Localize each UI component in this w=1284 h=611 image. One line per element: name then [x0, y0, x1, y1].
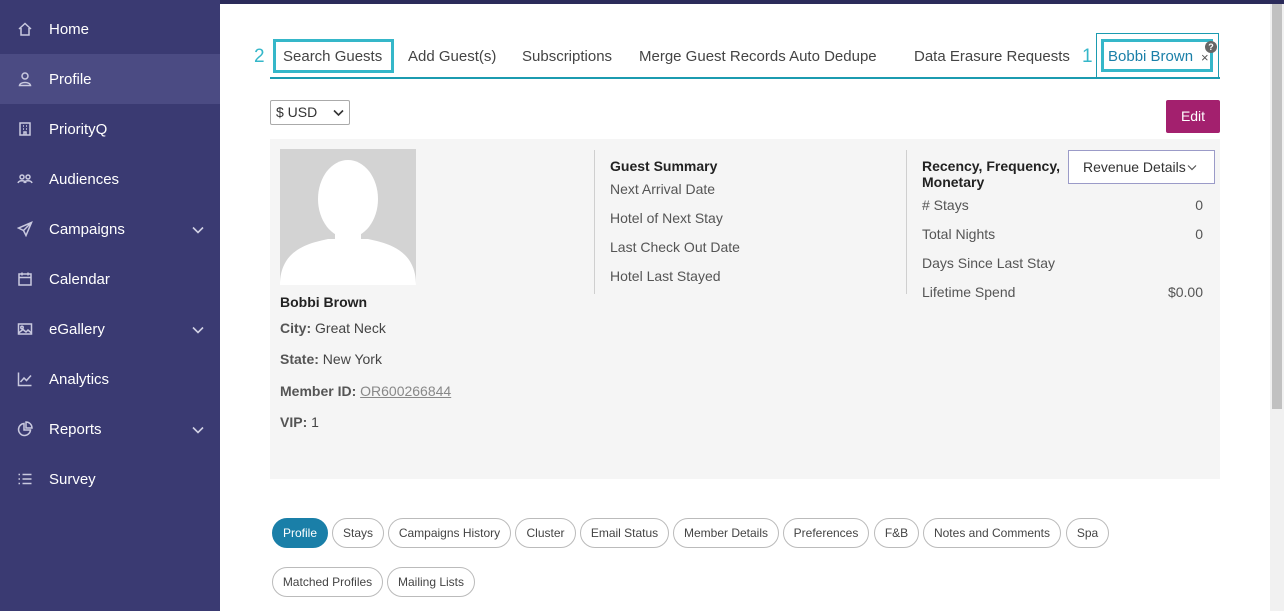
member-id-link[interactable]: OR600266844: [360, 383, 451, 399]
state-value: New York: [322, 351, 382, 367]
paper-plane-icon: [16, 220, 34, 238]
step-number-1: 1: [1082, 46, 1093, 67]
chevron-down-icon[interactable]: [192, 423, 204, 435]
currency-value: $ USD: [276, 104, 318, 120]
subtab-email-status[interactable]: Email Status: [580, 518, 669, 548]
guest-city: City: Great Neck: [280, 320, 386, 336]
city-value: Great Neck: [315, 320, 386, 336]
tab-subscriptions[interactable]: Subscriptions: [522, 48, 612, 65]
state-label: State:: [280, 351, 319, 367]
help-badge-icon[interactable]: ?: [1205, 41, 1217, 53]
tab-search-guests[interactable]: Search Guests: [283, 48, 382, 65]
subtab-stays[interactable]: Stays: [332, 518, 384, 548]
sidebar-item-home[interactable]: Home: [0, 4, 220, 54]
subtab-preferences[interactable]: Preferences: [783, 518, 869, 548]
tab-merge-guest-records[interactable]: Merge Guest Records Auto Dedupe: [639, 48, 877, 65]
rfm-row-label: Days Since Last Stay: [922, 255, 1056, 271]
chevron-down-icon: [333, 109, 344, 117]
sidebar-item-survey[interactable]: Survey: [0, 454, 220, 504]
tab-data-erasure-requests[interactable]: Data Erasure Requests: [914, 48, 1070, 65]
chevron-down-icon[interactable]: [192, 223, 204, 235]
top-bar: [220, 0, 1284, 4]
guest-member-id: Member ID: OR600266844: [280, 383, 451, 399]
sidebar-item-label: Profile: [49, 70, 92, 88]
guest-name: Bobbi Brown: [280, 294, 368, 310]
rfm-row-label: Lifetime Spend: [922, 284, 1016, 300]
rfm-row-label: Total Nights: [922, 226, 996, 242]
summary-row: Hotel Last Stayed: [610, 268, 721, 284]
list-icon: [16, 470, 34, 488]
revenue-details-button[interactable]: Revenue Details: [1068, 150, 1215, 184]
city-label: City:: [280, 320, 312, 336]
step-number-2: 2: [254, 46, 265, 67]
divider: [594, 150, 595, 294]
user-silhouette-icon: [280, 160, 416, 285]
currency-select[interactable]: $ USD: [270, 100, 350, 125]
tab-bobbi-brown[interactable]: Bobbi Brown: [1108, 48, 1193, 65]
sidebar-item-label: Analytics: [49, 370, 110, 388]
sidebar-item-label: Reports: [49, 420, 102, 438]
sidebar-item-campaigns[interactable]: Campaigns: [0, 204, 220, 254]
chart-line-icon: [16, 370, 34, 388]
sidebar-item-egallery[interactable]: eGallery: [0, 304, 220, 354]
sidebar-item-label: eGallery: [49, 320, 105, 338]
chevron-down-icon[interactable]: [192, 323, 204, 335]
sidebar-item-profile[interactable]: Profile: [0, 54, 220, 104]
sidebar-item-label: Audiences: [49, 170, 120, 188]
group-icon: [16, 170, 34, 188]
subtab-notes-and-comments[interactable]: Notes and Comments: [923, 518, 1061, 548]
rfm-row-value: $0.00: [1167, 284, 1203, 300]
home-icon: [16, 20, 34, 38]
subtab-matched-profiles[interactable]: Matched Profiles: [272, 567, 383, 597]
guest-summary-title: Guest Summary: [610, 158, 718, 174]
subtab-campaigns-history[interactable]: Campaigns History: [388, 518, 511, 548]
sidebar-item-audiences[interactable]: Audiences: [0, 154, 220, 204]
sidebar-item-calendar[interactable]: Calendar: [0, 254, 220, 304]
summary-row: Hotel of Next Stay: [610, 210, 723, 226]
sidebar-item-label: Campaigns: [49, 220, 125, 238]
subtab-mailing-lists[interactable]: Mailing Lists: [387, 567, 475, 597]
sidebar-item-label: Calendar: [49, 270, 110, 288]
divider: [906, 150, 907, 294]
subtab-f-and-b[interactable]: F&B: [874, 518, 919, 548]
sidebar: Home Profile PriorityQ Audiences Campaig…: [0, 0, 220, 611]
subtab-spa[interactable]: Spa: [1066, 518, 1109, 548]
sidebar-item-label: Home: [49, 20, 90, 38]
vip-label: VIP:: [280, 414, 308, 430]
rfm-row-label: # Stays: [922, 197, 969, 213]
building-icon: [16, 120, 34, 138]
summary-row: Last Check Out Date: [610, 239, 740, 255]
user-icon: [16, 70, 34, 88]
tab-add-guests[interactable]: Add Guest(s): [408, 48, 496, 65]
rfm-title-line2: Monetary: [922, 174, 985, 190]
vip-value: 1: [311, 414, 319, 430]
sidebar-item-label: Survey: [49, 470, 96, 488]
tabs-underline: [270, 77, 1220, 79]
calendar-icon: [16, 270, 34, 288]
subtab-member-details[interactable]: Member Details: [673, 518, 779, 548]
rfm-row-value: 0: [1195, 197, 1203, 213]
edit-button[interactable]: Edit: [1166, 100, 1220, 133]
guest-vip: VIP: 1: [280, 414, 319, 430]
member-id-label: Member ID:: [280, 383, 357, 399]
chevron-down-icon: [1187, 165, 1197, 171]
scrollbar-thumb[interactable]: [1272, 4, 1282, 409]
revenue-details-label: Revenue Details: [1083, 159, 1186, 175]
sidebar-item-analytics[interactable]: Analytics: [0, 354, 220, 404]
sidebar-item-reports[interactable]: Reports: [0, 404, 220, 454]
subtab-profile[interactable]: Profile: [272, 518, 328, 548]
pie-chart-icon: [16, 420, 34, 438]
summary-row: Next Arrival Date: [610, 181, 716, 197]
sidebar-item-priorityq[interactable]: PriorityQ: [0, 104, 220, 154]
sidebar-item-label: PriorityQ: [49, 120, 108, 138]
rfm-title-line1: Recency, Frequency,: [922, 158, 1060, 174]
guest-state: State: New York: [280, 351, 382, 367]
avatar: [280, 149, 416, 285]
rfm-row-value: 0: [1195, 226, 1203, 242]
subtab-cluster[interactable]: Cluster: [515, 518, 576, 548]
image-icon: [16, 320, 34, 338]
